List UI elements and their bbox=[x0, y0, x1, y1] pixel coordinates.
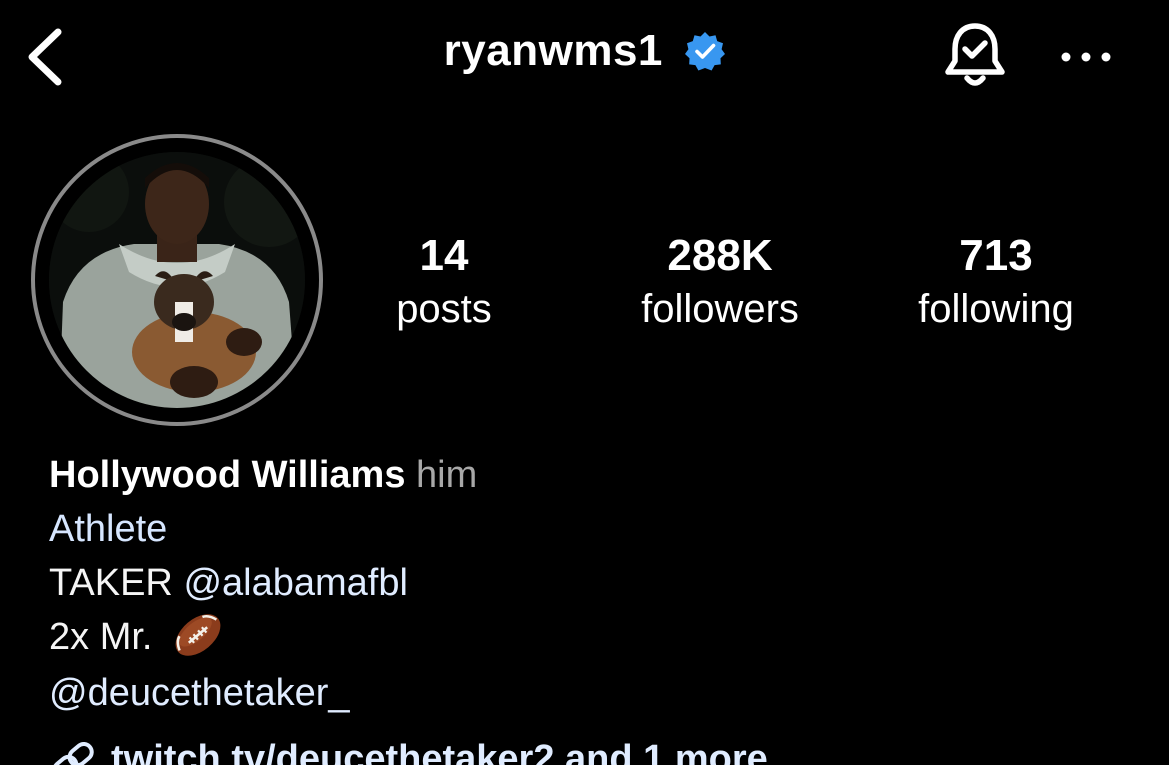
bio-line-1-text: TAKER bbox=[49, 562, 184, 604]
stat-posts-label: posts bbox=[396, 287, 492, 331]
stat-posts-count: 14 bbox=[419, 231, 469, 280]
bio-line-2-text: 2x Mr. bbox=[49, 616, 153, 658]
stat-followers[interactable]: 288K followers bbox=[590, 228, 850, 334]
bio-link-text: twitch.tv/deucethetaker2 and 1 more bbox=[111, 738, 768, 765]
profile-avatar[interactable] bbox=[49, 152, 305, 408]
stat-following[interactable]: 713 following bbox=[866, 228, 1126, 334]
verified-badge-icon bbox=[685, 32, 726, 71]
football-emoji-icon bbox=[175, 614, 221, 656]
bell-check-icon bbox=[945, 21, 1005, 86]
display-name: Hollywood Williams bbox=[49, 454, 406, 496]
profile-bio: Hollywood Williams him Athlete TAKER @al… bbox=[49, 448, 477, 720]
stat-posts[interactable]: 14 posts bbox=[314, 228, 574, 334]
profile-category: Athlete bbox=[49, 508, 168, 550]
mention-deucethetaker[interactable]: @deucethetaker_ bbox=[49, 666, 477, 720]
ellipsis-icon bbox=[1061, 52, 1111, 62]
stat-followers-count: 288K bbox=[667, 231, 773, 280]
avatar-photo bbox=[49, 152, 305, 408]
stat-followers-label: followers bbox=[641, 287, 799, 331]
stat-following-count: 713 bbox=[959, 231, 1033, 280]
mention-alabamafbl[interactable]: @alabamafbl bbox=[183, 562, 407, 604]
bio-link[interactable]: twitch.tv/deucethetaker2 and 1 more bbox=[49, 738, 768, 765]
profile-username: ryanwms1 bbox=[443, 26, 663, 75]
link-icon bbox=[52, 741, 94, 765]
more-options-button[interactable] bbox=[1058, 42, 1114, 72]
bio-name-line: Hollywood Williams him bbox=[49, 448, 477, 502]
stat-following-label: following bbox=[918, 287, 1074, 331]
notifications-button[interactable] bbox=[942, 18, 1008, 92]
bio-line-1: TAKER @alabamafbl bbox=[49, 556, 477, 610]
pronouns: him bbox=[416, 454, 478, 496]
profile-screen: ryanwms1 14 posts 288K followers 713 fol… bbox=[0, 0, 1169, 765]
bio-line-2: 2x Mr. bbox=[49, 610, 477, 666]
